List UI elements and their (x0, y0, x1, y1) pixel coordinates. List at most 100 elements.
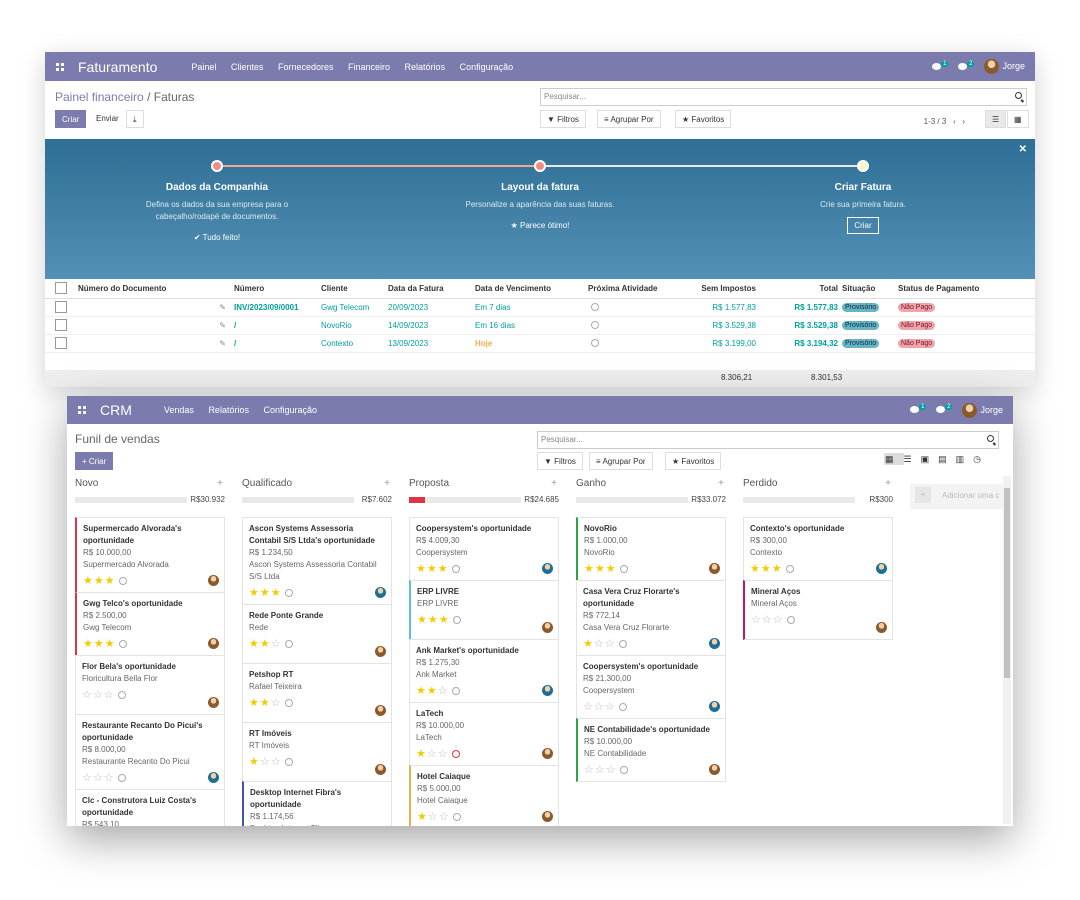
star-empty-icon[interactable]: ☆ (751, 614, 762, 626)
star-empty-icon[interactable]: ☆ (595, 764, 606, 776)
col-date[interactable]: Data da Fatura (388, 279, 475, 299)
kanban-card[interactable]: Ank Market's oportunidade R$ 1.275,30 An… (409, 639, 559, 703)
activity-clock-icon[interactable] (284, 699, 293, 708)
activity-clock-icon[interactable] (284, 640, 293, 649)
messages-icon[interactable]: 1 (910, 404, 927, 415)
star-icon[interactable]: ★ (105, 638, 116, 650)
activity-clock-icon[interactable] (786, 616, 795, 625)
kanban-card[interactable]: Contexto's oportunidade R$ 300,00 Contex… (743, 517, 893, 581)
star-empty-icon[interactable]: ☆ (594, 638, 605, 650)
search-icon[interactable] (987, 435, 994, 442)
edit-icon[interactable]: ✎ (78, 316, 234, 335)
calendar-view-icon[interactable]: ▣ (921, 454, 939, 464)
kanban-card[interactable]: NE Contabilidade's oportunidade R$ 10.00… (576, 718, 726, 782)
kanban-view-icon[interactable]: ▦ (1007, 110, 1029, 128)
star-icon[interactable]: ★ (83, 575, 94, 587)
activity-clock-icon[interactable] (451, 565, 460, 574)
kanban-card[interactable]: Rede Ponte Grande Rede ★★☆ (242, 604, 392, 664)
activity-clock-icon[interactable] (117, 774, 126, 783)
row-checkbox[interactable] (55, 337, 67, 349)
add-icon[interactable]: + (384, 478, 390, 489)
col-client[interactable]: Cliente (321, 279, 388, 299)
star-empty-icon[interactable]: ☆ (773, 614, 784, 626)
menu-clientes[interactable]: Clientes (231, 62, 264, 72)
activity-clock-icon[interactable] (591, 321, 599, 330)
col-due[interactable]: Data de Vencimento (475, 279, 588, 299)
star-icon[interactable]: ★ (249, 638, 260, 650)
kanban-card[interactable]: Desktop Internet Fibra's oportunidade R$… (242, 781, 392, 826)
star-empty-icon[interactable]: ☆ (438, 685, 449, 697)
star-icon[interactable]: ★ (260, 638, 271, 650)
activity-clock-icon[interactable] (284, 758, 293, 767)
close-icon[interactable]: ✕ (1019, 144, 1027, 155)
star-icon[interactable]: ★ (105, 575, 116, 587)
star-icon[interactable]: ★ (94, 638, 105, 650)
pivot-view-icon[interactable]: ▤ (938, 454, 956, 464)
col-state[interactable]: Situação (838, 279, 898, 299)
list-view-icon[interactable]: ☰ (904, 454, 921, 464)
filters-button[interactable]: ▼ Filtros (537, 452, 583, 470)
pager-value[interactable]: 1-3 / 3 (924, 117, 947, 126)
star-empty-icon[interactable]: ☆ (93, 772, 104, 784)
star-icon[interactable]: ★ (772, 563, 783, 575)
star-icon[interactable]: ★ (249, 697, 260, 709)
star-empty-icon[interactable]: ☆ (93, 689, 104, 701)
star-icon[interactable]: ★ (438, 563, 449, 575)
star-icon[interactable]: ★ (83, 638, 94, 650)
activity-clock-icon[interactable] (451, 750, 460, 759)
add-icon[interactable]: + (718, 478, 724, 489)
activity-clock-icon[interactable] (452, 813, 461, 822)
send-button[interactable]: Enviar (90, 110, 125, 128)
next-icon[interactable]: › (962, 117, 965, 126)
kanban-card[interactable]: Mineral Aços Mineral Aços ☆☆☆ (743, 580, 893, 640)
kanban-card[interactable]: ERP LIVRE ERP LIVRE ★★★ (409, 580, 559, 640)
add-icon[interactable]: + (551, 478, 557, 489)
kanban-card[interactable]: LaTech R$ 10.000,00 LaTech ★☆☆ (409, 702, 559, 766)
list-view-icon[interactable]: ☰ (985, 110, 1007, 128)
col-payment[interactable]: Status de Pagamento (898, 279, 1035, 299)
create-invoice-button[interactable]: Criar (847, 217, 879, 234)
column-header[interactable]: Ganho + (576, 478, 726, 492)
star-empty-icon[interactable]: ☆ (606, 764, 617, 776)
column-header[interactable]: Proposta + (409, 478, 559, 492)
col-untaxed[interactable]: Sem Impostos (681, 279, 756, 299)
table-row[interactable]: ✎ INV/2023/09/0001 Gwg Telecom 20/09/202… (45, 298, 1035, 317)
star-empty-icon[interactable]: ☆ (271, 697, 282, 709)
star-icon[interactable]: ★ (417, 614, 428, 626)
kanban-card[interactable]: Hotel Caiaque R$ 5.000,00 Hotel Caiaque … (409, 765, 559, 826)
app-name[interactable]: Faturamento (78, 59, 157, 75)
column-header[interactable]: Perdido + (743, 478, 893, 492)
star-empty-icon[interactable]: ☆ (82, 689, 93, 701)
search-input[interactable]: Pesquisar... (537, 431, 999, 449)
star-icon[interactable]: ★ (761, 563, 772, 575)
star-empty-icon[interactable]: ☆ (594, 701, 605, 713)
star-icon[interactable]: ★ (94, 575, 105, 587)
menu-fornecedores[interactable]: Fornecedores (278, 62, 334, 72)
menu-configuracao[interactable]: Configuração (263, 405, 317, 415)
kanban-card[interactable]: Supermercado Alvorada's oportunidade R$ … (75, 517, 225, 593)
favorites-button[interactable]: ★ Favoritos (675, 110, 732, 128)
activities-icon[interactable]: 2 (958, 60, 975, 72)
activity-view-icon[interactable]: ◷ (973, 454, 990, 464)
activity-clock-icon[interactable] (451, 687, 460, 696)
col-activity[interactable]: Próxima Atividade (588, 279, 681, 299)
star-empty-icon[interactable]: ☆ (605, 701, 616, 713)
star-icon[interactable]: ★ (583, 638, 594, 650)
star-empty-icon[interactable]: ☆ (104, 689, 115, 701)
edit-icon[interactable]: ✎ (78, 334, 234, 353)
row-checkbox[interactable] (55, 301, 67, 313)
table-row[interactable]: ✎ / NovoRio 14/09/2023 Em 16 dias R$ 3.5… (45, 316, 1035, 335)
filters-button[interactable]: ▼ Filtros (540, 110, 586, 128)
kanban-card[interactable]: Coopersystem's oportunidade R$ 21.300,00… (576, 655, 726, 719)
activity-clock-icon[interactable] (284, 589, 293, 598)
add-column[interactable]: + Adicionar uma c (910, 484, 1010, 509)
star-icon[interactable]: ★ (249, 756, 260, 768)
groupby-button[interactable]: ≡ Agrupar Por (589, 452, 653, 470)
star-icon[interactable]: ★ (428, 614, 439, 626)
activity-clock-icon[interactable] (619, 565, 628, 574)
menu-relatorios[interactable]: Relatórios (208, 405, 249, 415)
star-icon[interactable]: ★ (750, 563, 761, 575)
menu-vendas[interactable]: Vendas (164, 405, 194, 415)
activity-clock-icon[interactable] (785, 565, 794, 574)
edit-icon[interactable]: ✎ (78, 298, 234, 317)
